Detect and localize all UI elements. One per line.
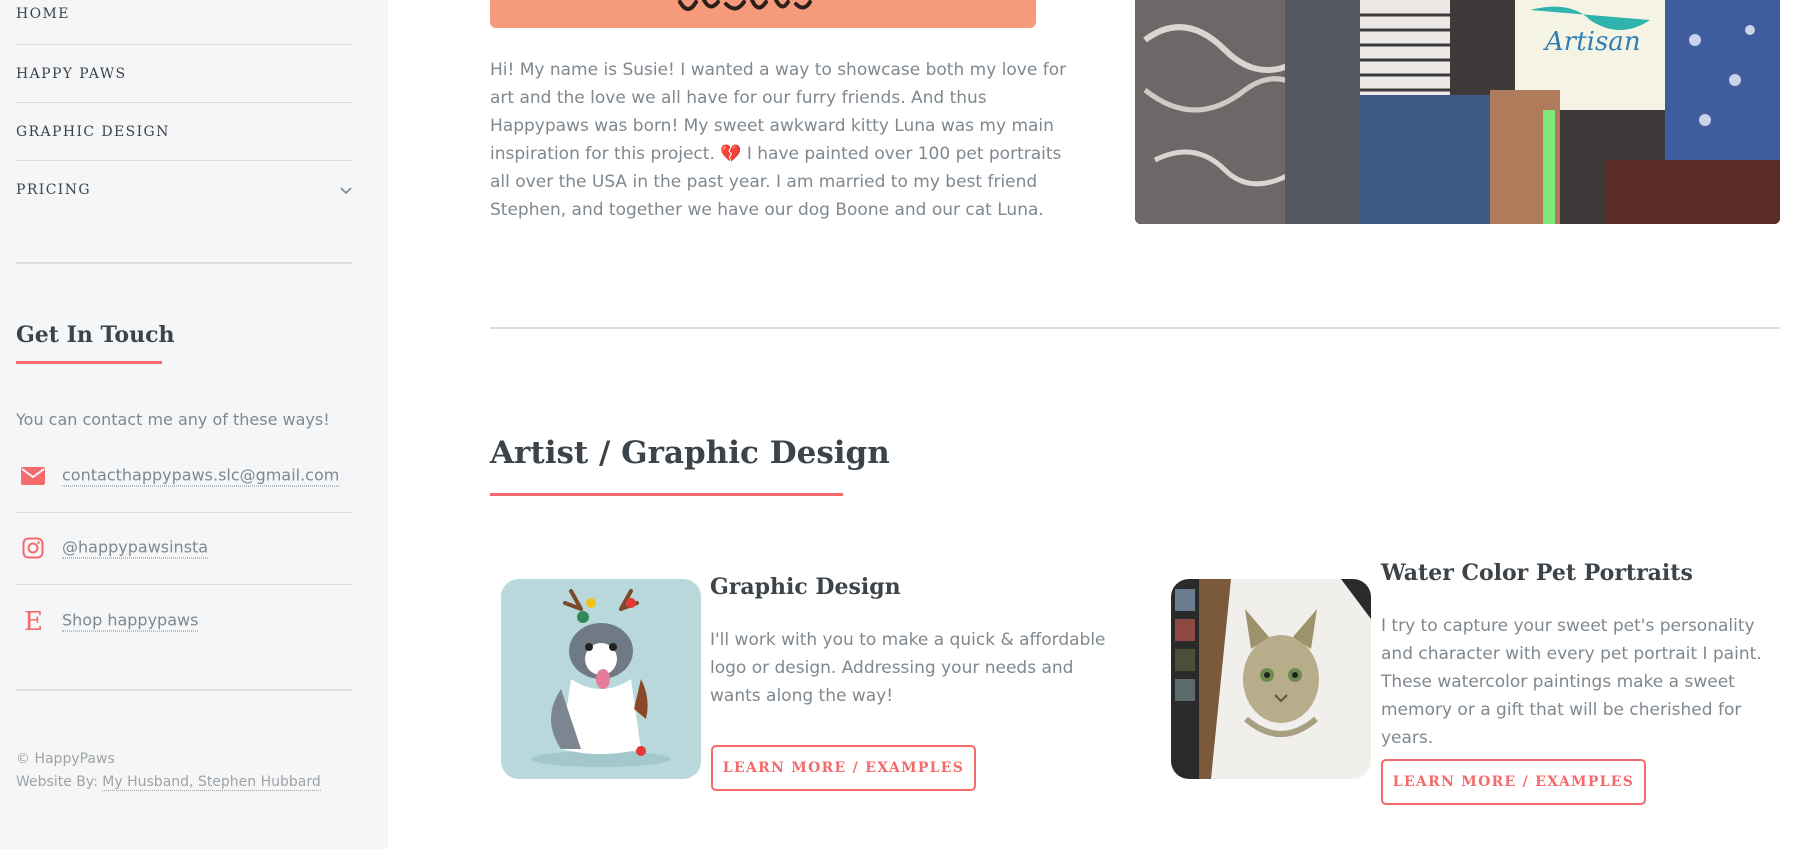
- nav-item-label: HOME: [16, 6, 70, 22]
- divider: [16, 262, 352, 264]
- nav-item-home[interactable]: HOME: [16, 0, 352, 45]
- svg-text:Artisan: Artisan: [1543, 27, 1641, 57]
- card-description: I try to capture your sweet pet's person…: [1381, 616, 1762, 748]
- learn-more-button[interactable]: LEARN MORE / EXAMPLES: [711, 745, 976, 791]
- learn-more-button[interactable]: LEARN MORE / EXAMPLES: [1381, 759, 1646, 805]
- credit-link[interactable]: My Husband, Stephen Hubbard: [102, 774, 321, 791]
- divider: [16, 689, 352, 691]
- copyright: © HappyPaws: [16, 751, 115, 767]
- nav-item-label: GRAPHIC DESIGN: [16, 124, 170, 140]
- watercolor-portrait-image: [1171, 579, 1371, 779]
- envelope-icon: [20, 463, 46, 489]
- graphic-design-image: [501, 579, 701, 779]
- chevron-down-icon[interactable]: [340, 185, 352, 197]
- nav-item-graphic-design[interactable]: GRAPHIC DESIGN: [16, 103, 352, 161]
- contact-email: contacthappypaws.slc@gmail.com: [16, 440, 352, 513]
- nav-item-label: PRICING: [16, 182, 91, 198]
- section-divider: [490, 327, 1780, 329]
- artist-photo: Artisan: [1135, 0, 1780, 224]
- contact-etsy: E Shop happypaws: [16, 585, 352, 657]
- etsy-icon: E: [20, 608, 46, 634]
- section-title: Artist / Graphic Design: [490, 435, 890, 471]
- title-underline: [16, 361, 162, 364]
- section-title-underline: [490, 493, 843, 496]
- nav-item-label: HAPPY PAWS: [16, 66, 127, 82]
- footer: © HappyPaws Website By: My Husband, Step…: [16, 748, 321, 794]
- sidebar-nav: HOME HAPPY PAWS GRAPHIC DESIGN PRICING: [16, 0, 352, 218]
- instagram-link[interactable]: @happypawsinsta: [62, 538, 209, 559]
- credit-prefix: Website By:: [16, 774, 103, 790]
- credit-line: Website By: My Husband, Stephen Hubbard: [16, 771, 321, 794]
- get-in-touch-title: Get In Touch: [16, 322, 175, 348]
- contact-intro: You can contact me any of these ways!: [16, 410, 330, 429]
- card-description: I'll work with you to make a quick & aff…: [710, 630, 1106, 706]
- logo-lettering-image: [678, 0, 812, 11]
- bio-paragraph: Hi! My name is Susie! I wanted a way to …: [490, 56, 1070, 224]
- card-title: Water Color Pet Portraits: [1381, 560, 1693, 586]
- svg-text:E: E: [24, 608, 43, 634]
- card-title: Graphic Design: [710, 574, 901, 600]
- sidebar: HOME HAPPY PAWS GRAPHIC DESIGN PRICING G…: [0, 0, 388, 849]
- email-link[interactable]: contacthappypaws.slc@gmail.com: [62, 466, 340, 487]
- contact-instagram: @happypawsinsta: [16, 512, 352, 585]
- nav-item-pricing[interactable]: PRICING: [16, 161, 352, 218]
- nav-item-happy-paws[interactable]: HAPPY PAWS: [16, 45, 352, 103]
- shop-link[interactable]: Shop happypaws: [62, 611, 199, 632]
- instagram-icon: [20, 535, 46, 561]
- happypaws-logo-banner: [490, 0, 1036, 28]
- heart-emoji: 💔: [720, 144, 742, 164]
